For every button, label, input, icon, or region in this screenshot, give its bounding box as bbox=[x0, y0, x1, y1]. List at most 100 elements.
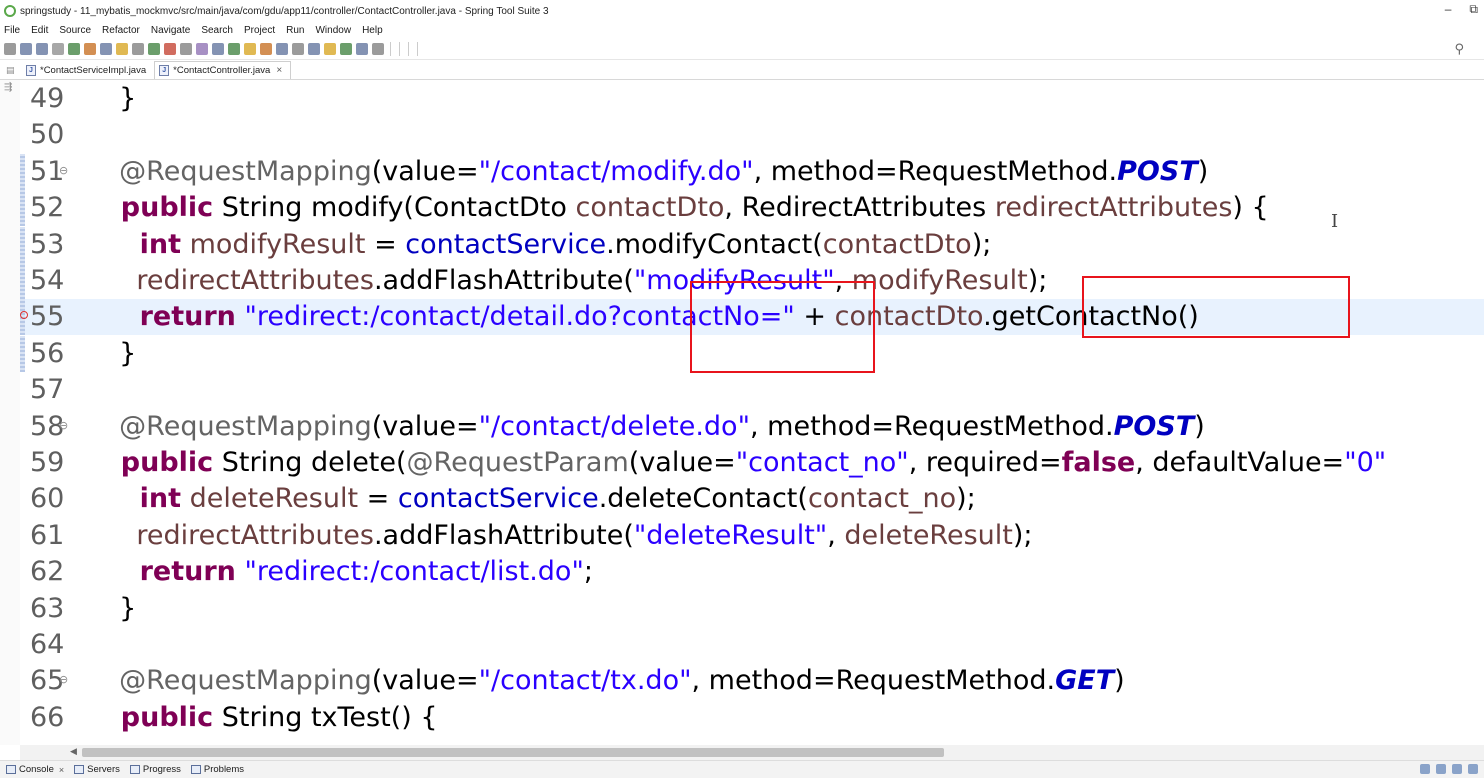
menu-search[interactable]: Search bbox=[201, 25, 233, 36]
code-token: modifyResult bbox=[851, 265, 1028, 296]
toolbar-tool-23-icon[interactable] bbox=[356, 42, 368, 55]
highlight-box-get-contact-no bbox=[1082, 276, 1350, 338]
toolbar-tool-11-icon[interactable] bbox=[164, 42, 176, 55]
code-token: ); bbox=[1012, 519, 1033, 551]
code-line: 52 public String modify(ContactDto conta… bbox=[20, 190, 1484, 227]
fold-toggle-icon[interactable]: ⊖ bbox=[59, 408, 68, 444]
menu-help[interactable]: Help bbox=[362, 25, 383, 36]
menu-edit[interactable]: Edit bbox=[31, 25, 48, 36]
code-token: } bbox=[102, 592, 137, 624]
fold-toggle-icon[interactable]: ⊖ bbox=[59, 662, 68, 698]
toolbar-tool-4-icon[interactable] bbox=[52, 42, 64, 55]
view-tab-console[interactable]: Console × bbox=[6, 764, 64, 775]
menu-run[interactable]: Run bbox=[286, 25, 304, 36]
view-tab-progress[interactable]: Progress bbox=[129, 764, 181, 775]
minimize-view-icon[interactable] bbox=[1420, 764, 1430, 774]
code-token: ) bbox=[1114, 665, 1125, 697]
toolbar-tool-5-icon[interactable] bbox=[68, 42, 80, 55]
code-token: deleteResult bbox=[189, 483, 359, 515]
line-number: 64 bbox=[30, 629, 65, 660]
code-token: "0" bbox=[1344, 447, 1387, 478]
error-marker-icon[interactable] bbox=[20, 311, 28, 320]
toolbar-separator bbox=[390, 41, 391, 56]
code-line: 62 return "redirect:/contact/list.do"; bbox=[20, 554, 1484, 590]
code-token: GET bbox=[1055, 665, 1115, 697]
fold-toggle-icon[interactable]: ⊖ bbox=[59, 153, 68, 189]
code-token: (value= bbox=[371, 665, 479, 697]
code-text: redirectAttributes.addFlashAttribute("mo… bbox=[102, 263, 1047, 299]
toolbar-tool-22-icon[interactable] bbox=[340, 42, 352, 55]
line-number: 66 bbox=[30, 701, 65, 733]
menu-window[interactable]: Window bbox=[315, 25, 351, 36]
close-icon[interactable]: × bbox=[59, 765, 64, 775]
menu-source[interactable]: Source bbox=[59, 25, 91, 36]
console-icon bbox=[6, 765, 16, 774]
change-marker bbox=[20, 190, 25, 227]
menu-file[interactable]: File bbox=[4, 25, 20, 36]
horizontal-scrollbar[interactable]: ◀ bbox=[20, 745, 1484, 760]
line-number: 55 bbox=[30, 301, 65, 333]
code-text: } bbox=[102, 81, 136, 117]
code-text: public String delete(@RequestParam(value… bbox=[102, 445, 1386, 481]
spring-perspective-icon[interactable] bbox=[1468, 764, 1478, 774]
maximize-view-icon[interactable] bbox=[1436, 764, 1446, 774]
toolbar-tool-12-icon[interactable] bbox=[180, 42, 192, 55]
toolbar-tool-13-icon[interactable] bbox=[196, 42, 208, 55]
code-token: contact_no bbox=[807, 483, 957, 515]
toolbar-tool-3-icon[interactable] bbox=[36, 42, 48, 55]
code-token: String modify(ContactDto bbox=[213, 192, 576, 224]
scrollbar-thumb[interactable] bbox=[82, 748, 944, 757]
code-token: contactDto bbox=[575, 192, 725, 224]
servers-icon bbox=[74, 765, 85, 774]
menu-navigate[interactable]: Navigate bbox=[151, 25, 190, 36]
editor-tab[interactable]: J *ContactController.java × bbox=[154, 61, 292, 79]
toolbar-tool-6-icon[interactable] bbox=[84, 42, 96, 55]
toolbar-separator bbox=[408, 41, 409, 56]
java-perspective-icon[interactable] bbox=[1452, 764, 1462, 774]
toolbar-tool-14-icon[interactable] bbox=[212, 42, 224, 55]
toolbar-tool-15-icon[interactable] bbox=[228, 42, 240, 55]
view-tab-problems[interactable]: Problems bbox=[190, 764, 244, 775]
code-text: public String modify(ContactDto contactD… bbox=[102, 190, 1269, 226]
code-token: ); bbox=[1027, 265, 1048, 296]
editor-tab[interactable]: J *ContactServiceImpl.java bbox=[22, 61, 154, 79]
code-token: ; bbox=[583, 556, 593, 588]
toolbar-tool-8-icon[interactable] bbox=[116, 42, 128, 55]
toolbar-tool-16-icon[interactable] bbox=[244, 42, 256, 55]
code-text: return "redirect:/contact/detail.do?cont… bbox=[102, 299, 1199, 335]
toolbar-tool-10-icon[interactable] bbox=[148, 42, 160, 55]
code-token: = bbox=[358, 483, 398, 515]
scroll-left-arrow-icon[interactable]: ◀ bbox=[70, 746, 77, 757]
toolbar-tool-9-icon[interactable] bbox=[132, 42, 144, 55]
menu-project[interactable]: Project bbox=[244, 25, 275, 36]
line-number: 61 bbox=[30, 519, 65, 551]
restore-button[interactable]: ⧉ bbox=[1469, 2, 1478, 17]
package-explorer-icon[interactable]: ▤ bbox=[6, 65, 16, 75]
search-icon[interactable]: ⚲ bbox=[1454, 41, 1464, 57]
code-token: "redirect:/contact/list.do" bbox=[244, 556, 584, 588]
window-title: springstudy - 11_mybatis_mockmvc/src/mai… bbox=[20, 5, 549, 17]
toolbar-tool-19-icon[interactable] bbox=[292, 42, 304, 55]
view-tab-label: Progress bbox=[142, 764, 181, 775]
toolbar-tool-1-icon[interactable] bbox=[4, 42, 16, 55]
minimize-button[interactable]: – bbox=[1445, 2, 1452, 17]
code-token: public bbox=[102, 447, 214, 478]
code-editor[interactable]: 66 public String txTest() {65 ⊖ @RequestM… bbox=[20, 80, 1484, 745]
toolbar-tool-18-icon[interactable] bbox=[276, 42, 288, 55]
progress-icon bbox=[129, 765, 140, 774]
toolbar-tool-7-icon[interactable] bbox=[100, 42, 112, 55]
code-text: } bbox=[102, 591, 136, 627]
view-tab-servers[interactable]: Servers bbox=[74, 764, 120, 775]
code-token: ) { bbox=[1232, 192, 1269, 224]
line-number: 54 bbox=[30, 265, 65, 296]
toolbar-tool-2-icon[interactable] bbox=[20, 42, 32, 55]
toolbar-tool-24-icon[interactable] bbox=[372, 42, 384, 55]
code-line: 66 public String txTest() { bbox=[20, 700, 1484, 736]
toolbar-tool-20-icon[interactable] bbox=[308, 42, 320, 55]
toolbar-tool-21-icon[interactable] bbox=[324, 42, 336, 55]
close-icon[interactable]: × bbox=[276, 65, 282, 76]
menu-refactor[interactable]: Refactor bbox=[102, 25, 140, 36]
change-marker bbox=[20, 263, 25, 299]
outline-icon[interactable]: ⇶ bbox=[4, 82, 12, 93]
toolbar-tool-17-icon[interactable] bbox=[260, 42, 272, 55]
